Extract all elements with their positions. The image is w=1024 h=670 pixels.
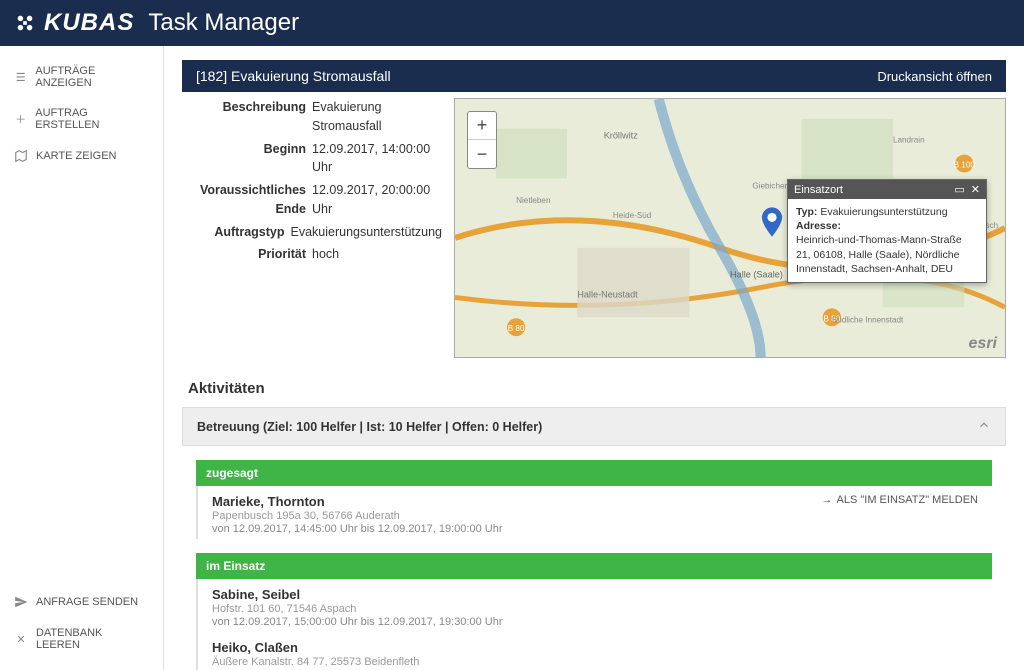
- print-link[interactable]: Druckansicht öffnen: [877, 69, 992, 84]
- detail-label: Voraussichtliches Ende: [182, 181, 312, 219]
- helper-name: Marieke, Thornton: [212, 494, 822, 509]
- helper-time: von 12.09.2017, 14:45:00 Uhr bis 12.09.2…: [212, 523, 822, 535]
- svg-text:Halle-Neustadt: Halle-Neustadt: [577, 290, 638, 300]
- helper-name: Heiko, Claßen: [212, 640, 978, 655]
- logo: KUBAS: [14, 9, 134, 37]
- helper-row: Heiko, Claßen Äußere Kanalstr. 84 77, 25…: [196, 632, 992, 670]
- sidebar-item-tasks[interactable]: ☰ AUFTRÄGE ANZEIGEN: [0, 56, 163, 98]
- svg-text:Halle (Saale): Halle (Saale): [730, 270, 783, 280]
- sidebar-item-create-task[interactable]: ＋ AUFTRAG ERSTELLEN: [0, 98, 163, 140]
- helper-row: Marieke, Thornton Papenbusch 195a 30, 56…: [196, 486, 992, 539]
- helper-address: Papenbusch 195a 30, 56766 Auderath: [212, 510, 822, 522]
- arrow-right-icon: →: [822, 494, 833, 506]
- activities-title: Aktivitäten: [188, 380, 1006, 397]
- detail-value: 12.09.2017, 14:00:00 Uhr: [312, 140, 442, 178]
- detail-label: Beschreibung: [182, 98, 312, 136]
- task-header: [182] Evakuierung Stromausfall Druckansi…: [182, 60, 1006, 92]
- app-title: Task Manager: [148, 9, 299, 37]
- svg-text:Heide-Süd: Heide-Süd: [613, 211, 651, 220]
- status-bar-im-einsatz: im Einsatz: [196, 553, 992, 579]
- sidebar-item-label: AUFTRAG ERSTELLEN: [35, 107, 149, 131]
- helper-time: von 12.09.2017, 15:00:00 Uhr bis 12.09.2…: [212, 616, 978, 628]
- svg-text:Südliche Innenstadt: Südliche Innenstadt: [832, 315, 904, 324]
- map-popup-title: Einsatzort: [794, 184, 843, 196]
- logo-text: KUBAS: [44, 9, 134, 37]
- svg-text:B 100: B 100: [954, 161, 976, 170]
- content-area: [182] Evakuierung Stromausfall Druckansi…: [164, 46, 1024, 670]
- helper-address: Hofstr. 101 60, 71546 Aspach: [212, 603, 978, 615]
- svg-text:Kröllwitz: Kröllwitz: [604, 131, 639, 141]
- close-icon: ✕: [14, 632, 28, 646]
- map[interactable]: B 80 B 80 B 100 Kröllwitz Nietleben Heid…: [454, 98, 1006, 358]
- status-bar-zugesagt: zugesagt: [196, 460, 992, 486]
- sidebar-item-label: ANFRAGE SENDEN: [36, 596, 138, 608]
- map-popup-body: Typ: Evakuierungsunterstützung Adresse: …: [788, 199, 986, 282]
- detail-value: hoch: [312, 245, 442, 264]
- accordion-label: Betreuung (Ziel: 100 Helfer | Ist: 10 He…: [197, 420, 542, 434]
- detail-label: Priorität: [182, 245, 312, 264]
- detail-value: Evakuierungsunterstützung: [291, 223, 442, 242]
- sidebar-item-map[interactable]: KARTE ZEIGEN: [0, 140, 163, 172]
- mark-in-use-button[interactable]: → ALS "IM EINSATZ" MELDEN: [822, 494, 978, 506]
- zoom-in-button[interactable]: +: [468, 112, 496, 140]
- map-pin-icon[interactable]: [761, 207, 783, 240]
- send-icon: [14, 595, 28, 609]
- svg-text:Landrain: Landrain: [893, 136, 925, 145]
- app-header: KUBAS Task Manager: [0, 0, 1024, 46]
- task-title: [182] Evakuierung Stromausfall: [196, 68, 391, 84]
- popup-maximize-icon[interactable]: ▭: [954, 183, 964, 196]
- chevron-up-icon: [977, 418, 991, 435]
- sidebar-item-label: DATENBANK LEEREN: [36, 627, 149, 651]
- sidebar: ☰ AUFTRÄGE ANZEIGEN ＋ AUFTRAG ERSTELLEN …: [0, 46, 164, 670]
- detail-value: 12.09.2017, 20:00:00 Uhr: [312, 181, 442, 219]
- sidebar-item-label: AUFTRÄGE ANZEIGEN: [35, 65, 149, 89]
- map-popup: Einsatzort ▭ ✕ Typ: Evakuierungsunterstü…: [787, 179, 987, 283]
- map-zoom-controls: + −: [467, 111, 497, 169]
- sidebar-item-send-request[interactable]: ANFRAGE SENDEN: [0, 586, 163, 618]
- map-attribution: esri: [969, 335, 997, 353]
- plus-icon: ＋: [14, 112, 27, 126]
- task-details: BeschreibungEvakuierung Stromausfall Beg…: [182, 98, 442, 358]
- activity-accordion[interactable]: Betreuung (Ziel: 100 Helfer | Ist: 10 He…: [182, 407, 1006, 446]
- map-popup-header: Einsatzort ▭ ✕: [788, 180, 986, 199]
- detail-label: Beginn: [182, 140, 312, 178]
- helper-name: Sabine, Seibel: [212, 587, 978, 602]
- map-icon: [14, 149, 28, 163]
- svg-text:Nietleben: Nietleben: [516, 196, 550, 205]
- detail-label: Auftragstyp: [182, 223, 291, 242]
- svg-text:B 80: B 80: [508, 324, 525, 333]
- helper-address: Äußere Kanalstr. 84 77, 25573 Beidenflet…: [212, 656, 978, 668]
- popup-close-icon[interactable]: ✕: [971, 183, 980, 196]
- zoom-out-button[interactable]: −: [468, 140, 496, 168]
- helper-row: Sabine, Seibel Hofstr. 101 60, 71546 Asp…: [196, 579, 992, 632]
- sidebar-item-clear-db[interactable]: ✕ DATENBANK LEEREN: [0, 618, 163, 660]
- sidebar-item-label: KARTE ZEIGEN: [36, 150, 116, 162]
- logo-icon: [14, 12, 36, 34]
- detail-value: Evakuierung Stromausfall: [312, 98, 442, 136]
- list-icon: ☰: [14, 70, 27, 84]
